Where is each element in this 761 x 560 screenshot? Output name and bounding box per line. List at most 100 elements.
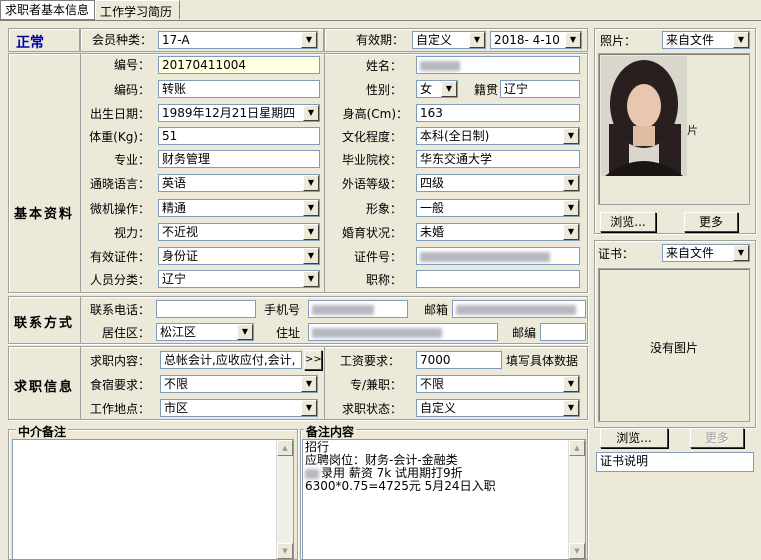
tab-basic-info[interactable]: 求职者基本信息 [0,0,95,20]
tab-divider [0,20,761,21]
name-label: 姓名： [365,59,402,73]
scrollbar[interactable]: ▲ ▼ [568,440,585,559]
category-label: 人员分类： [89,273,150,287]
chevron-down-icon: ▼ [563,376,579,392]
number-label: 编号： [113,58,150,72]
scrollbar[interactable]: ▲ ▼ [276,440,293,559]
validity-date-picker[interactable]: 2018- 4-10 ▼ [490,31,582,49]
note-title: 备注内容 [304,423,357,440]
image-select[interactable]: 一般 ▼ [416,199,580,217]
chevron-down-icon: ▼ [303,248,319,264]
computer-select[interactable]: 精通 ▼ [158,199,320,217]
computer-label: 微机操作： [89,202,150,216]
cert-desc-field[interactable]: 证书说明 [596,452,754,472]
job-status-select[interactable]: 自定义 ▼ [416,399,580,417]
id-type-label: 有效证件： [89,250,150,264]
native-field[interactable]: 辽宁 [500,80,580,98]
validity-mode-select[interactable]: 自定义 ▼ [412,31,486,49]
job-content-more-button[interactable]: >> [304,350,322,370]
email-field[interactable] [452,300,586,318]
code-label: 编码： [113,83,150,97]
chevron-down-icon: ▼ [563,400,579,416]
location-select[interactable]: 市区 ▼ [160,399,318,417]
cert-browse-button[interactable]: 浏览... [600,428,668,448]
marital-label: 婚育状况： [341,226,402,240]
title-field[interactable] [416,270,580,288]
divider [324,346,325,420]
agent-note-textarea[interactable]: ▲ ▼ [12,439,294,560]
scroll-up-icon[interactable]: ▲ [569,440,585,456]
job-content-field[interactable]: 总帐会计,应收应付,会计, [160,351,302,369]
validity-label: 有效期： [355,33,404,47]
cert-source-select[interactable]: 来自文件 ▼ [662,244,750,262]
birth-date-picker[interactable]: 1989年12月21日星期四 ▼ [158,104,320,122]
vision-label: 视力： [113,226,150,240]
cert-image-frame: 没有图片 [598,268,750,422]
address-field[interactable] [308,323,498,341]
cert-more-button[interactable]: 更多 [690,428,744,448]
fl-level-label: 外语等级： [341,177,402,191]
divider [80,346,81,420]
birth-label: 出生日期： [89,107,150,121]
divider [324,53,325,293]
name-field[interactable] [416,56,580,74]
parttime-select[interactable]: 不限 ▼ [416,375,580,393]
major-label: 专业： [113,153,150,167]
divider [80,296,81,344]
note-line: 录用 薪资 7k 试用期打9折 [305,467,583,480]
height-field[interactable]: 163 [416,104,580,122]
section-job-title: 求职信息 [14,380,75,395]
address-label: 住址 [275,326,300,340]
chevron-down-icon: ▼ [301,400,317,416]
section-contact-title: 联系方式 [14,316,75,331]
note-line: 6300*0.75=4725元 5月24日入职 [305,479,496,493]
image-label: 形象： [365,202,402,216]
phone-field[interactable] [156,300,256,318]
fl-level-select[interactable]: 四级 ▼ [416,174,580,192]
education-select[interactable]: 本科(全日制) ▼ [416,127,580,145]
major-field[interactable]: 财务管理 [158,150,320,168]
board-select[interactable]: 不限 ▼ [160,375,318,393]
mobile-label: 手机号 [263,303,300,317]
mobile-field[interactable] [308,300,408,318]
scroll-up-icon[interactable]: ▲ [277,440,293,456]
marital-select[interactable]: 未婚 ▼ [416,223,580,241]
salary-hint: 填写具体数据 [506,354,579,368]
chevron-down-icon: ▼ [303,175,319,191]
language-select[interactable]: 英语 ▼ [158,174,320,192]
cert-no-image-text: 没有图片 [649,341,698,355]
photo-more-button[interactable]: 更多 [684,212,738,232]
vision-select[interactable]: 不近视 ▼ [158,223,320,241]
id-no-field[interactable] [416,247,580,265]
district-select[interactable]: 松江区 ▼ [156,323,254,341]
number-field[interactable]: 20170411004 [158,56,320,74]
profile-photo: 片 [601,56,698,176]
scroll-down-icon[interactable]: ▼ [277,543,293,559]
zip-field[interactable] [540,323,586,341]
photo-browse-button[interactable]: 浏览... [600,212,656,232]
salary-field[interactable]: 7000 [416,351,502,369]
phone-label: 联系电话： [89,303,150,317]
tab-work-resume[interactable]: 工作学习简历 [95,0,180,19]
chevron-down-icon: ▼ [303,105,319,121]
parttime-label: 专/兼职： [349,378,402,392]
note-textarea[interactable]: 招行 应聘岗位：财务-会计-金融类 录用 薪资 7k 试用期打9折 6300*0… [302,439,586,560]
scroll-down-icon[interactable]: ▼ [569,543,585,559]
location-label: 工作地点： [89,402,150,416]
chevron-down-icon: ▼ [563,200,579,216]
gender-select[interactable]: 女 ▼ [416,80,458,98]
member-type-select[interactable]: 17-A ▼ [158,31,318,49]
code-field[interactable]: 转账 [158,80,320,98]
school-field[interactable]: 华东交通大学 [416,150,580,168]
chevron-down-icon: ▼ [565,32,581,48]
weight-field[interactable]: 51 [158,127,320,145]
chevron-down-icon: ▼ [301,376,317,392]
id-no-label: 证件号： [353,250,402,264]
chevron-down-icon: ▼ [237,324,253,340]
weight-label: 体重(Kg)： [89,130,150,144]
id-type-select[interactable]: 身份证 ▼ [158,247,320,265]
category-select[interactable]: 辽宁 ▼ [158,270,320,288]
salary-label: 工资要求： [339,354,400,368]
chevron-down-icon: ▼ [303,224,319,240]
photo-source-select[interactable]: 来自文件 ▼ [662,31,750,49]
